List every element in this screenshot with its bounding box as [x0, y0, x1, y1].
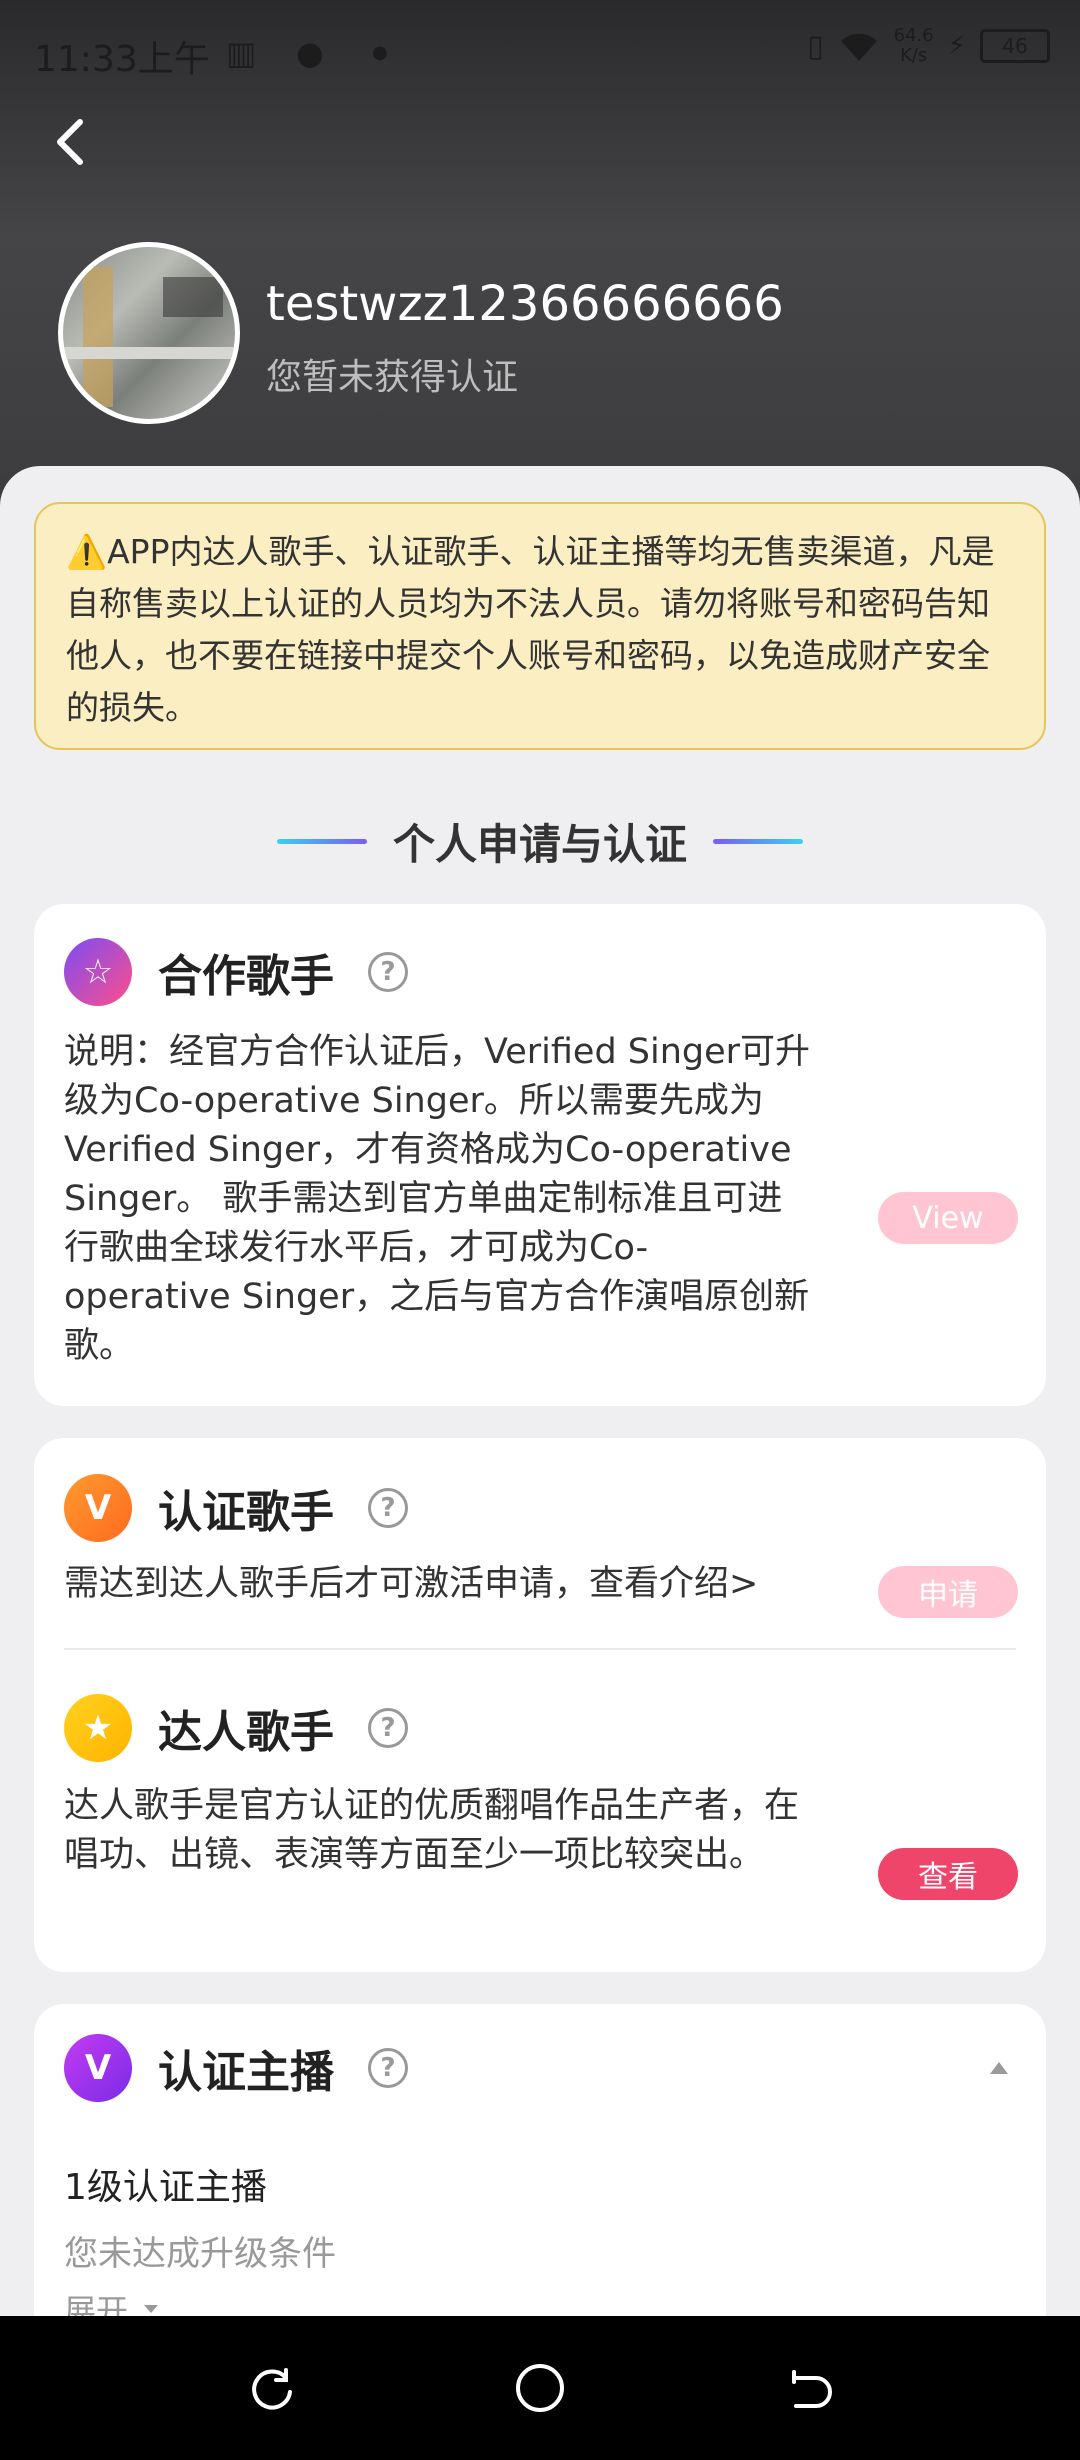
battery-icon: 46 — [980, 29, 1050, 63]
status-time: 11:33上午 — [34, 39, 210, 80]
security-notice: ⚠️APP内达人歌手、认证歌手、认证主播等均无售卖渠道，凡是自称售卖以上认证的人… — [34, 502, 1046, 750]
net-speed: 64.6 K/s — [893, 25, 934, 66]
collapse-arrow-icon[interactable] — [988, 2060, 1010, 2076]
help-icon[interactable]: ? — [368, 952, 408, 992]
anchor-level-title: 1级认证主播 — [64, 2167, 267, 2208]
wifi-icon — [840, 33, 877, 61]
certification-status: 您暂未获得认证 — [266, 357, 519, 398]
apply-button[interactable]: 申请 — [878, 1566, 1018, 1618]
heading-line-right — [713, 838, 803, 844]
sim-icon: ▥ — [226, 34, 257, 72]
section-title: 个人申请与认证 — [392, 819, 687, 869]
check-button[interactable]: 查看 — [878, 1848, 1018, 1900]
verified-singer-title: 认证歌手 — [158, 1487, 334, 1538]
home-icon[interactable] — [514, 2362, 566, 2414]
status-right: ▯ 64.6 K/s ⚡ 46 — [807, 26, 1050, 66]
help-icon[interactable]: ? — [368, 1708, 408, 1748]
avatar[interactable] — [58, 242, 240, 424]
recent-apps-icon[interactable] — [246, 2362, 298, 2414]
talent-singer-title: 达人歌手 — [158, 1707, 334, 1758]
charging-icon: ⚡ — [947, 31, 966, 61]
chevron-down-icon — [144, 2305, 159, 2313]
help-icon[interactable]: ? — [368, 1488, 408, 1528]
help-icon[interactable]: ? — [368, 2048, 408, 2088]
v-hexagon-icon: V — [64, 2034, 132, 2102]
dot-icon: ● — [372, 42, 388, 63]
v-badge-icon: V — [64, 1474, 132, 1542]
verified-singer-description[interactable]: 需达到达人歌手后才可激活申请，查看介绍> — [64, 1560, 844, 1609]
battery-level: 46 — [1002, 34, 1028, 58]
view-button[interactable]: View — [878, 1192, 1018, 1244]
star-hexagon-icon: ☆ — [64, 938, 132, 1006]
profile-header: 11:33上午 ▥ ● ● ▯ 64.6 K/s ⚡ 46 testwzz123… — [0, 0, 1080, 520]
system-navigation-bar — [0, 2316, 1080, 2460]
talent-singer-description: 达人歌手是官方认证的优质翻唱作品生产者，在唱功、出镜、表演等方面至少一项比较突出… — [64, 1786, 800, 1875]
cooperative-singer-title: 合作歌手 — [158, 951, 334, 1002]
certified-anchor-header: V 认证主播 ? — [64, 2034, 408, 2102]
cooperative-singer-description: 说明：经官方合作认证后，Verified Singer可升级为Co-operat… — [64, 1032, 811, 1366]
cooperative-singer-header: ☆ 合作歌手 ? — [64, 938, 408, 1006]
chevron-left-icon — [57, 119, 83, 165]
verified-singer-header: V 认证歌手 ? — [64, 1474, 408, 1542]
vibrate-icon: ▯ — [807, 28, 824, 64]
back-button[interactable] — [44, 106, 104, 176]
username: testwzz12366666666 — [266, 276, 784, 332]
cooperative-singer-card: ☆ 合作歌手 ? 说明：经官方合作认证后，Verified Singer可升级为… — [34, 904, 1046, 1406]
anchor-level-status: 您未达成升级条件 — [64, 2234, 336, 2274]
certified-anchor-title: 认证主播 — [158, 2047, 334, 2098]
singer-certification-card: V 认证歌手 ? 需达到达人歌手后才可激活申请，查看介绍> 申请 ★ 达人歌手 … — [34, 1438, 1046, 1972]
back-nav-icon[interactable] — [782, 2362, 834, 2414]
person-icon: ● — [296, 34, 324, 72]
divider — [64, 1648, 1016, 1650]
star-badge-icon: ★ — [64, 1694, 132, 1762]
section-heading: 个人申请与认证 — [0, 806, 1080, 876]
talent-singer-header: ★ 达人歌手 ? — [64, 1694, 408, 1762]
status-bar: 11:33上午 ▥ ● ● ▯ 64.6 K/s ⚡ 46 — [0, 0, 1080, 110]
heading-line-left — [276, 838, 367, 844]
content-panel: ⚠️APP内达人歌手、认证歌手、认证主播等均无售卖渠道，凡是自称售卖以上认证的人… — [0, 466, 1080, 2404]
